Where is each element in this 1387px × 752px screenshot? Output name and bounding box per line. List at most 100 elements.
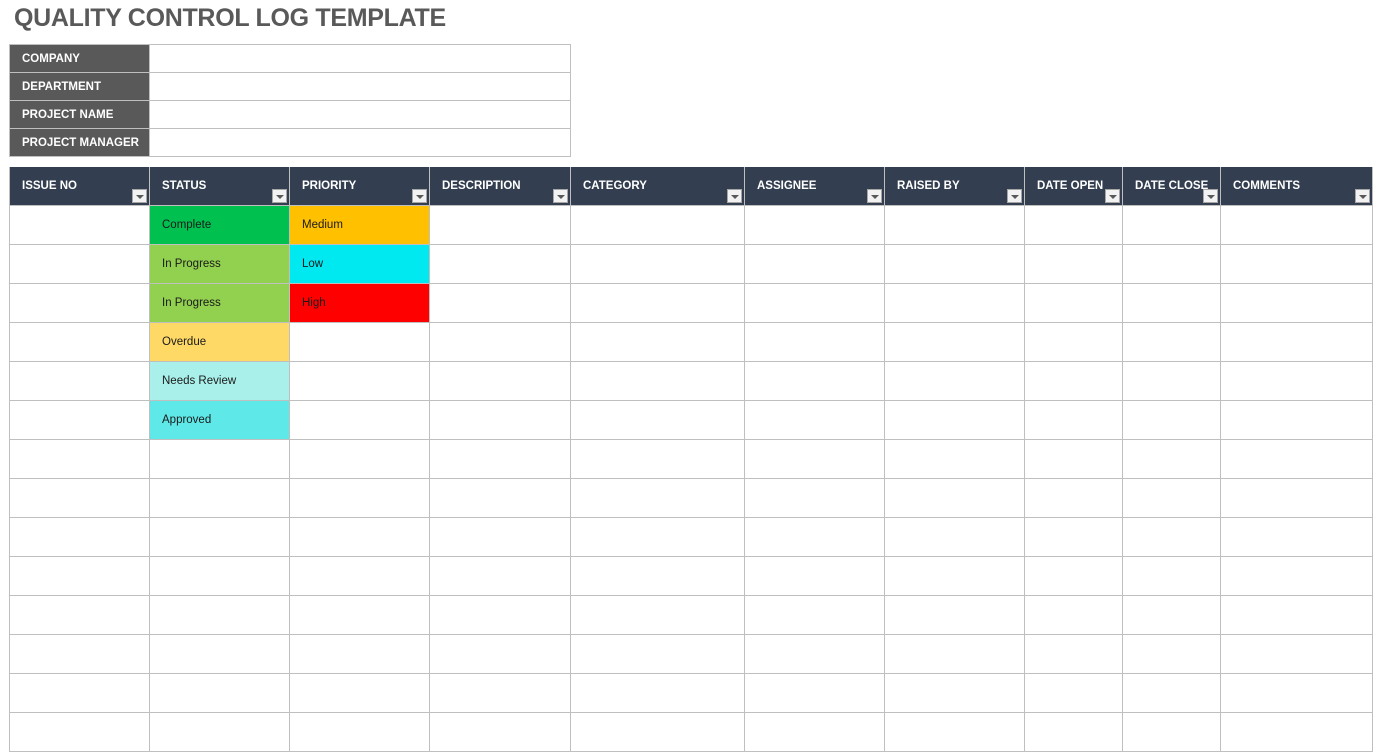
issue-no-cell[interactable]	[9, 712, 150, 752]
priority-cell[interactable]	[289, 361, 430, 401]
priority-cell[interactable]	[289, 322, 430, 362]
raised-by-cell[interactable]	[884, 361, 1025, 401]
description-cell[interactable]	[429, 361, 571, 401]
description-cell[interactable]	[429, 595, 571, 635]
status-cell[interactable]: In Progress	[149, 244, 290, 284]
status-cell[interactable]	[149, 673, 290, 713]
priority-cell[interactable]: Low	[289, 244, 430, 284]
date-open-cell[interactable]	[1024, 361, 1123, 401]
date-open-cell[interactable]	[1024, 712, 1123, 752]
category-cell[interactable]	[570, 634, 745, 674]
assignee-cell[interactable]	[744, 205, 885, 245]
status-cell[interactable]: Approved	[149, 400, 290, 440]
assignee-cell[interactable]	[744, 478, 885, 518]
priority-cell[interactable]	[289, 439, 430, 479]
filter-dropdown-icon[interactable]	[1007, 189, 1022, 203]
description-cell[interactable]	[429, 556, 571, 596]
category-cell[interactable]	[570, 673, 745, 713]
issue-no-cell[interactable]	[9, 634, 150, 674]
date-open-cell[interactable]	[1024, 322, 1123, 362]
comments-cell[interactable]	[1220, 556, 1373, 596]
status-cell[interactable]	[149, 478, 290, 518]
category-cell[interactable]	[570, 478, 745, 518]
filter-dropdown-icon[interactable]	[1105, 189, 1120, 203]
raised-by-cell[interactable]	[884, 673, 1025, 713]
assignee-cell[interactable]	[744, 673, 885, 713]
description-cell[interactable]	[429, 673, 571, 713]
date-close-cell[interactable]	[1122, 322, 1221, 362]
date-close-cell[interactable]	[1122, 712, 1221, 752]
priority-cell[interactable]	[289, 595, 430, 635]
filter-dropdown-icon[interactable]	[412, 189, 427, 203]
category-cell[interactable]	[570, 400, 745, 440]
raised-by-cell[interactable]	[884, 322, 1025, 362]
raised-by-cell[interactable]	[884, 244, 1025, 284]
comments-cell[interactable]	[1220, 595, 1373, 635]
date-close-cell[interactable]	[1122, 283, 1221, 323]
description-cell[interactable]	[429, 439, 571, 479]
issue-no-cell[interactable]	[9, 244, 150, 284]
description-cell[interactable]	[429, 322, 571, 362]
assignee-cell[interactable]	[744, 322, 885, 362]
filter-dropdown-icon[interactable]	[553, 189, 568, 203]
description-cell[interactable]	[429, 478, 571, 518]
issue-no-cell[interactable]	[9, 439, 150, 479]
project-name-field[interactable]	[149, 100, 571, 129]
status-cell[interactable]: Complete	[149, 205, 290, 245]
category-cell[interactable]	[570, 283, 745, 323]
issue-no-cell[interactable]	[9, 283, 150, 323]
date-open-cell[interactable]	[1024, 556, 1123, 596]
description-cell[interactable]	[429, 283, 571, 323]
assignee-cell[interactable]	[744, 400, 885, 440]
raised-by-cell[interactable]	[884, 595, 1025, 635]
status-cell[interactable]: In Progress	[149, 283, 290, 323]
date-close-cell[interactable]	[1122, 595, 1221, 635]
date-close-cell[interactable]	[1122, 556, 1221, 596]
assignee-cell[interactable]	[744, 361, 885, 401]
date-close-cell[interactable]	[1122, 634, 1221, 674]
assignee-cell[interactable]	[744, 712, 885, 752]
assignee-cell[interactable]	[744, 634, 885, 674]
comments-cell[interactable]	[1220, 400, 1373, 440]
issue-no-cell[interactable]	[9, 556, 150, 596]
date-close-cell[interactable]	[1122, 478, 1221, 518]
issue-no-cell[interactable]	[9, 361, 150, 401]
status-cell[interactable]: Needs Review	[149, 361, 290, 401]
priority-cell[interactable]: High	[289, 283, 430, 323]
raised-by-cell[interactable]	[884, 205, 1025, 245]
category-cell[interactable]	[570, 712, 745, 752]
raised-by-cell[interactable]	[884, 634, 1025, 674]
priority-cell[interactable]	[289, 634, 430, 674]
raised-by-cell[interactable]	[884, 478, 1025, 518]
assignee-cell[interactable]	[744, 595, 885, 635]
issue-no-cell[interactable]	[9, 673, 150, 713]
description-cell[interactable]	[429, 517, 571, 557]
raised-by-cell[interactable]	[884, 517, 1025, 557]
date-close-cell[interactable]	[1122, 205, 1221, 245]
comments-cell[interactable]	[1220, 205, 1373, 245]
assignee-cell[interactable]	[744, 244, 885, 284]
date-open-cell[interactable]	[1024, 595, 1123, 635]
description-cell[interactable]	[429, 205, 571, 245]
date-open-cell[interactable]	[1024, 634, 1123, 674]
priority-cell[interactable]	[289, 556, 430, 596]
filter-dropdown-icon[interactable]	[1355, 189, 1370, 203]
status-cell[interactable]	[149, 712, 290, 752]
issue-no-cell[interactable]	[9, 205, 150, 245]
priority-cell[interactable]	[289, 478, 430, 518]
raised-by-cell[interactable]	[884, 439, 1025, 479]
category-cell[interactable]	[570, 361, 745, 401]
raised-by-cell[interactable]	[884, 556, 1025, 596]
comments-cell[interactable]	[1220, 322, 1373, 362]
comments-cell[interactable]	[1220, 361, 1373, 401]
description-cell[interactable]	[429, 244, 571, 284]
date-open-cell[interactable]	[1024, 244, 1123, 284]
date-open-cell[interactable]	[1024, 478, 1123, 518]
filter-dropdown-icon[interactable]	[1203, 189, 1218, 203]
issue-no-cell[interactable]	[9, 517, 150, 557]
priority-cell[interactable]	[289, 517, 430, 557]
priority-cell[interactable]: Medium	[289, 205, 430, 245]
date-close-cell[interactable]	[1122, 400, 1221, 440]
raised-by-cell[interactable]	[884, 283, 1025, 323]
category-cell[interactable]	[570, 322, 745, 362]
